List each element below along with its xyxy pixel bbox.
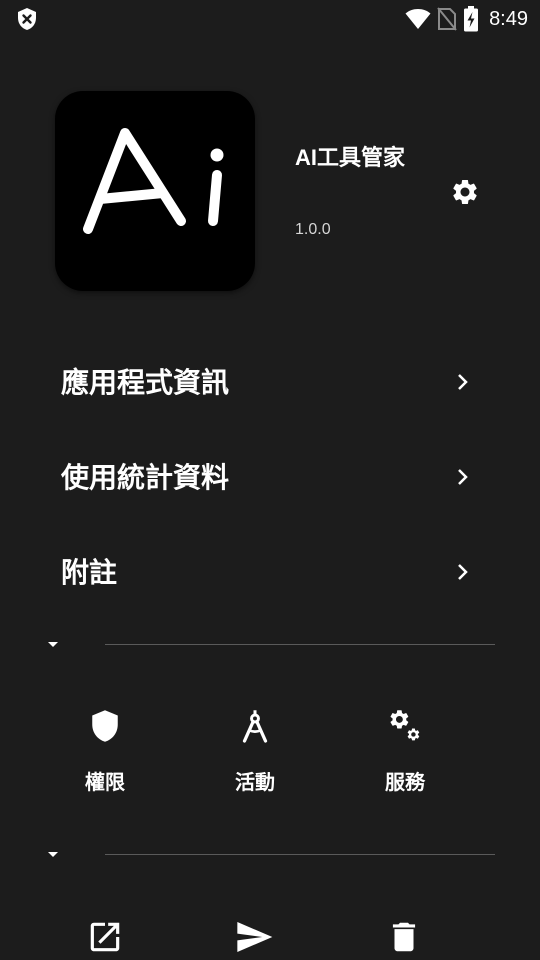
open-app-button[interactable] [83, 915, 127, 959]
menu-item-label: 附註 [61, 556, 118, 589]
tile-receivers-partial[interactable]: 接 [495, 708, 540, 808]
app-name: AI工具管家 [295, 145, 406, 170]
chevron-right-icon [458, 469, 468, 485]
app-icon [55, 91, 255, 291]
menu-item-usage-stats[interactable]: 使用統計資料 [0, 430, 540, 524]
battery-charging-icon [464, 6, 479, 32]
collapse-arrow-icon[interactable] [42, 634, 64, 656]
tile-label: 接 [495, 766, 540, 795]
delete-icon [392, 922, 416, 952]
tile-label: 權限 [85, 770, 125, 794]
tile-permissions[interactable]: 權限 [45, 708, 165, 808]
gears-icon [390, 710, 420, 741]
menu-item-label: 應用程式資訊 [61, 366, 230, 399]
tile-label: 活動 [235, 770, 275, 794]
tile-label: 服務 [385, 770, 425, 794]
menu-item-label: 使用統計資料 [61, 461, 230, 494]
tile-activities[interactable]: 活動 [195, 708, 315, 808]
gear-icon [453, 180, 477, 204]
menu-item-notes[interactable]: 附註 [0, 525, 540, 619]
settings-button[interactable] [446, 173, 484, 211]
compass-icon [242, 710, 268, 743]
app-version: 1.0.0 [295, 221, 331, 238]
open-external-icon [90, 922, 120, 952]
ai-logo-icon [83, 128, 224, 234]
uninstall-button[interactable] [382, 915, 426, 959]
no-sim-icon [437, 7, 457, 31]
share-button[interactable] [232, 915, 276, 959]
wifi-icon [405, 9, 431, 29]
shield-icon [92, 710, 118, 742]
collapse-arrow-icon[interactable] [42, 844, 64, 866]
section-divider [105, 644, 495, 645]
status-bar: 8:49 [0, 0, 540, 38]
send-icon [237, 922, 273, 952]
tile-services[interactable]: 服務 [345, 708, 465, 808]
shield-x-icon [18, 8, 36, 30]
menu-item-app-info[interactable]: 應用程式資訊 [0, 335, 540, 429]
chevron-right-icon [458, 374, 468, 390]
section-divider [105, 854, 495, 855]
chevron-right-icon [458, 564, 468, 580]
status-time: 8:49 [489, 7, 528, 30]
